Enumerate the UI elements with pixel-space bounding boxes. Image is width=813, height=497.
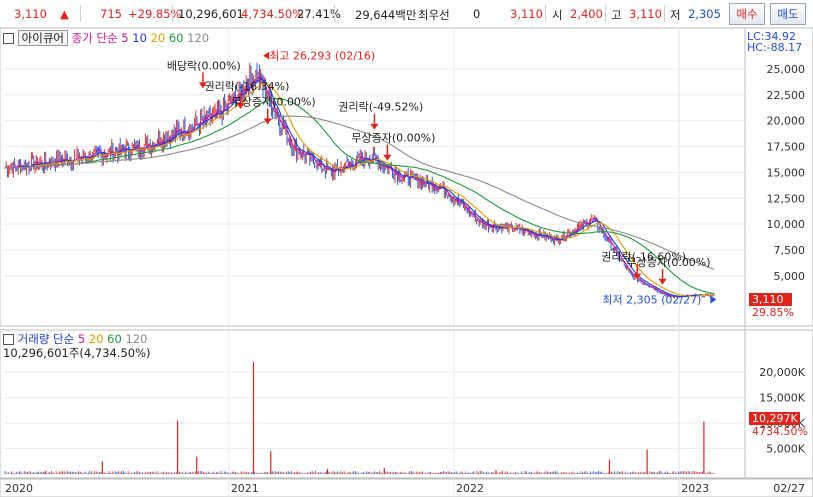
stock-name[interactable]: 아이큐어	[17, 30, 68, 46]
price-tick-label: 7,500	[774, 244, 806, 257]
hc-label: HC:-88.17	[747, 41, 803, 54]
price-tick-label: 20,000	[767, 115, 806, 128]
ma-20-label: 20	[150, 31, 166, 45]
price-tick-label: 12,500	[767, 192, 806, 205]
last-volume-tag: 10,297K	[749, 412, 800, 425]
volume-tick-label: 15,000K	[759, 392, 805, 405]
vol-ma-5-label: 5	[77, 332, 86, 346]
panel-menu-icon[interactable]	[3, 33, 14, 44]
price-tick-label: 25,000	[767, 63, 806, 76]
event-annotation: 무상증자(0.00%)	[351, 132, 435, 145]
stock-chart[interactable]: 5,000 7,500 10,000 12,500 15,000 17,500 20,000…	[0, 0, 813, 497]
event-annotation: 권리락(-16.34%)	[205, 80, 290, 93]
vol-ma-20-label: 20	[88, 332, 104, 346]
vol-ma-60-label: 60	[107, 332, 122, 346]
volume-legend-prefix: 거래량 단순	[17, 332, 75, 346]
price-tick-label: 5,000	[774, 270, 806, 283]
x-tick-label: 2021	[231, 482, 259, 495]
x-tick-label: 2020	[5, 482, 33, 495]
x-end-date-label: 02/27	[773, 482, 805, 495]
ma-10-label: 10	[132, 31, 147, 45]
last-price-tag: 3,110	[749, 293, 792, 306]
event-annotation: 권리락(-49.52%)	[338, 101, 423, 114]
price-tick-label: 10,000	[767, 218, 806, 231]
volume-tick-label: 20,000K	[759, 366, 805, 379]
high-annotation: 최고 26,293 (02/16)	[269, 50, 375, 63]
volume-tick-label: 5,000K	[766, 443, 805, 456]
volume-panel-menu-icon[interactable]	[3, 334, 14, 345]
ma-60-label: 60	[168, 31, 184, 45]
last-volume-pct-tag: 4734.50%	[752, 425, 808, 438]
x-tick-label: 2022	[456, 482, 484, 495]
price-tick-label: 22,500	[767, 89, 806, 102]
price-legend: 아이큐어 종가 단순 5 10 20 60 120	[3, 30, 209, 46]
ma-120-label: 120	[187, 31, 210, 45]
vol-ma-120-label: 120	[125, 332, 148, 346]
volume-info: 10,296,601주(4,734.50%)	[3, 346, 151, 360]
last-pct-tag: 29.85%	[752, 306, 794, 319]
event-annotation: 무상증자(0.00%)	[627, 256, 711, 269]
low-annotation: 최저 2,305 (02/27)	[602, 294, 701, 307]
ma-5-label: 5	[121, 31, 129, 45]
event-annotation: 무상증자(0.00%)	[232, 96, 316, 109]
price-tick-label: 15,000	[767, 166, 806, 179]
ma-legend-prefix: 종가 단순	[71, 31, 118, 45]
price-panel	[0, 27, 813, 327]
x-tick-label: 2023	[681, 482, 709, 495]
price-tick-label: 17,500	[767, 141, 806, 154]
event-annotation: 배당락(0.00%)	[167, 59, 241, 72]
